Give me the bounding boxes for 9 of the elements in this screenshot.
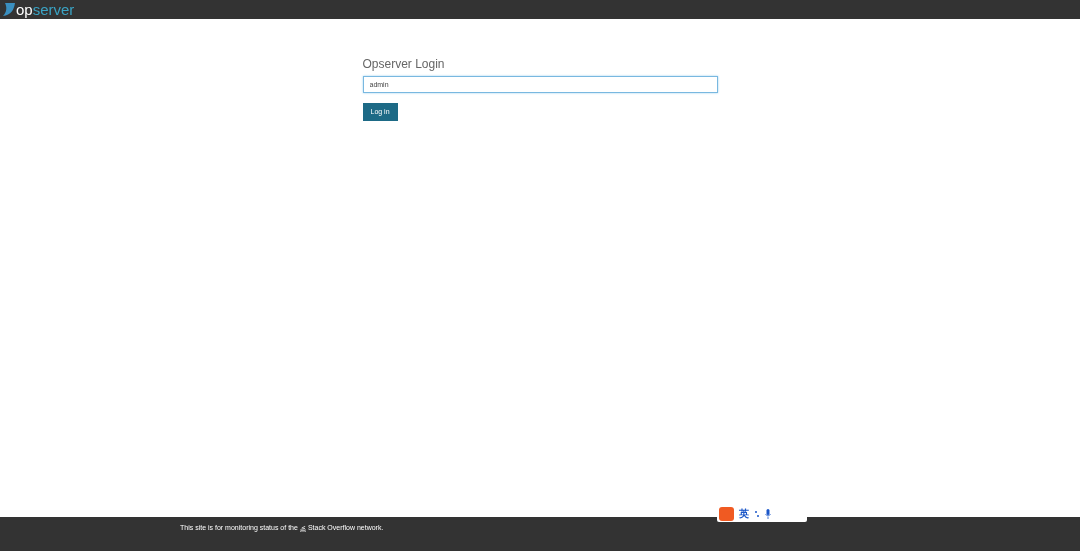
ime-mode[interactable]: 英: [739, 508, 749, 519]
punctuation-icon[interactable]: [754, 509, 760, 518]
logo-text: opserver: [16, 2, 75, 17]
logo[interactable]: opserver: [3, 2, 75, 17]
ime-logo-icon: [719, 506, 734, 521]
logo-icon: [3, 2, 15, 17]
login-title: Opserver Login: [362, 58, 445, 70]
stack-icon: [299, 524, 306, 532]
microphone-icon[interactable]: [765, 508, 771, 519]
